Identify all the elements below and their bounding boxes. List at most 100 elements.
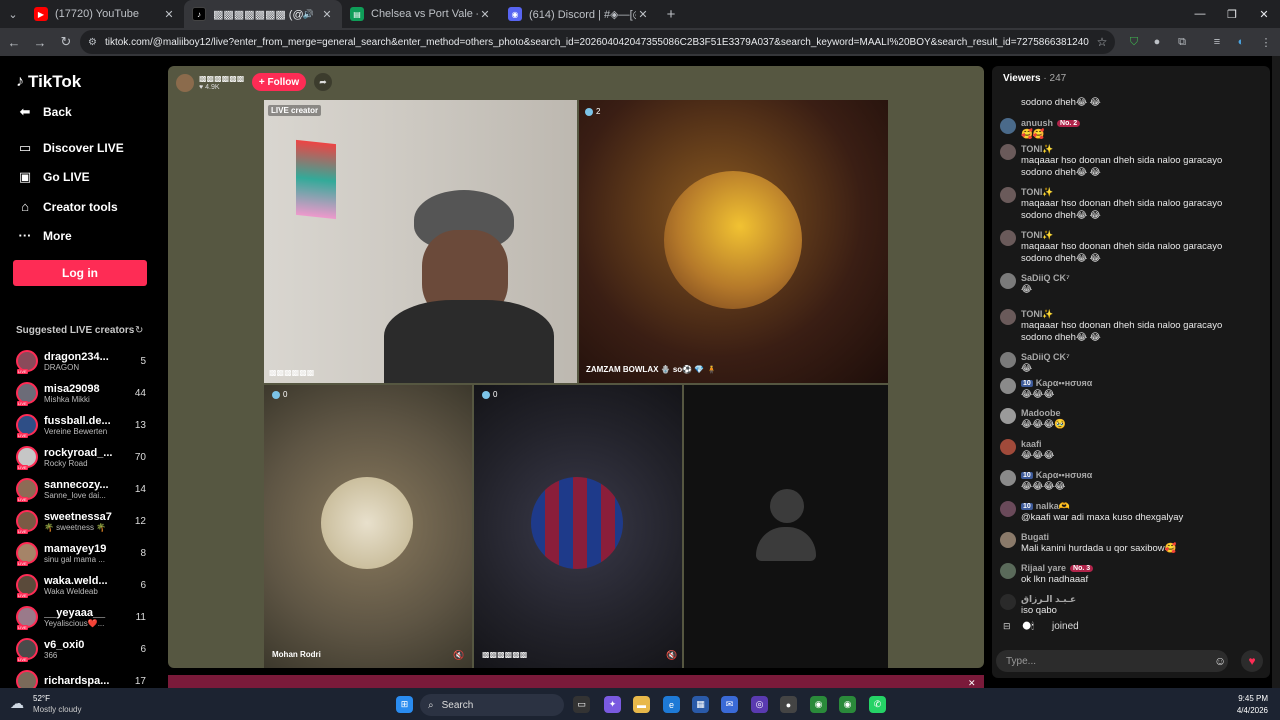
refresh-icon[interactable]: ↻ [135, 325, 143, 336]
creator-row[interactable]: LIVE sweetnessa7 🌴 sweetness 🌴 12 [16, 506, 146, 536]
chat-username[interactable]: 10 Kaρα••нσυяα [1021, 378, 1092, 388]
chat-avatar[interactable] [1000, 273, 1016, 289]
chat-username[interactable]: Rijaal yare No. 3 [1021, 563, 1094, 573]
tab-sheets[interactable]: ▤ Chelsea vs Port Vale - live score ✕ [342, 0, 500, 28]
new-tab-button[interactable]: + [658, 6, 684, 23]
sidebar-go-live[interactable]: ▣ Go LIVE [16, 169, 90, 185]
store-icon[interactable]: ▦ [692, 696, 709, 713]
browser-menu-icon[interactable]: ⋮ [1257, 33, 1275, 51]
tiktok-logo[interactable]: ♪ TikTok [16, 72, 81, 92]
chat-username[interactable]: Madoobe [1021, 408, 1061, 418]
circle-extension-icon[interactable]: ● [1148, 33, 1166, 51]
minimize-icon[interactable]: — [1184, 0, 1216, 28]
chat-avatar[interactable] [1000, 563, 1016, 579]
chat-username[interactable]: Bugati [1021, 532, 1049, 542]
chat-username-text[interactable]: TONI✨ [1021, 309, 1054, 320]
chat-avatar[interactable] [1000, 352, 1016, 368]
creator-row[interactable]: LIVE rockyroad_... Rocky Road 70 [16, 442, 146, 472]
chat-avatar[interactable] [1000, 378, 1016, 394]
chat-username-text[interactable]: Bugati [1021, 532, 1049, 542]
share-icon[interactable]: ➦ [314, 73, 332, 91]
puzzle-extensions-icon[interactable]: ⧉ [1173, 33, 1191, 51]
chat-username[interactable]: عـبـد الـرزاق [1021, 594, 1076, 605]
page-scrollbar[interactable] [1272, 56, 1280, 688]
chat-username[interactable]: TONI✨ [1021, 230, 1054, 241]
chat-username-text[interactable]: Kaρα••нσυяα [1036, 378, 1093, 388]
creator-row[interactable]: LIVE sannecozy... Sanne_love dai... 14 [16, 474, 146, 504]
video-cell-host[interactable]: LIVE creator ▩▩▩▩▩▩ [264, 100, 577, 383]
speaker-icon[interactable]: 🔊 [303, 9, 314, 20]
app-ring-icon[interactable]: ◎ [751, 696, 768, 713]
chat-avatar[interactable] [1000, 187, 1016, 203]
app-badge-icon[interactable]: ● [780, 696, 797, 713]
chrome-icon[interactable]: ◉ [810, 696, 827, 713]
tab-search-chevron-icon[interactable]: ⌄ [0, 0, 26, 28]
login-button[interactable]: Log in [13, 260, 147, 286]
whatsapp-icon[interactable]: ✆ [869, 696, 886, 713]
weather-cloud-icon[interactable]: ☁ [10, 695, 24, 712]
chat-username-text[interactable]: anuush [1021, 118, 1053, 128]
chat-username[interactable]: TONI✨ [1021, 144, 1054, 155]
chat-username[interactable]: kaafi [1021, 439, 1042, 449]
creator-row[interactable]: LIVE waka.weld... Waka Weldeab 6 [16, 570, 146, 600]
url-text[interactable]: tiktok.com/@maliiboy12/live?enter_from_m… [105, 37, 1089, 48]
address-bar[interactable]: ⚙ tiktok.com/@maliiboy12/live?enter_from… [80, 30, 1115, 54]
chat-username-text[interactable]: nalka🫶 [1036, 501, 1070, 512]
follow-button[interactable]: + Follow [252, 73, 306, 91]
chat-username-text[interactable]: Kaρα••нσυяα [1036, 470, 1093, 480]
tab-discord[interactable]: ◉ (614) Discord | #◈—[◎-◎]ℝ ✕ [500, 0, 658, 28]
creator-row[interactable]: LIVE dragon234... DRAGON 5 [16, 346, 146, 376]
chat-avatar[interactable] [1000, 144, 1016, 160]
sidebar-discover-live[interactable]: ▭ Discover LIVE [16, 140, 124, 156]
start-windows-icon[interactable]: ⊞ [396, 696, 413, 713]
chat-avatar[interactable] [1000, 309, 1016, 325]
site-info-icon[interactable]: ⚙ [88, 37, 97, 48]
chat-username-text[interactable]: kaafi [1021, 439, 1042, 449]
chat-avatar[interactable] [1000, 532, 1016, 548]
chrome-profile-icon[interactable]: ◉ [839, 696, 856, 713]
back-icon[interactable]: ← [2, 30, 26, 54]
chat-avatar[interactable] [1000, 408, 1016, 424]
close-icon[interactable]: ✕ [478, 8, 492, 21]
forward-icon[interactable]: → [28, 30, 52, 54]
chat-username-text[interactable]: عـبـد الـرزاق [1021, 594, 1076, 605]
creator-row[interactable]: LIVE v6_oxi0 366 6 [16, 634, 146, 664]
creator-row[interactable]: LIVE __yeyaaa__ Yeyaliscious❤️... 11 [16, 602, 146, 632]
close-icon[interactable]: ✕ [320, 8, 334, 21]
video-cell-empty[interactable] [684, 385, 888, 668]
chat-input[interactable]: Type... [996, 650, 1228, 672]
media-control-icon[interactable]: ≡ [1208, 33, 1226, 51]
close-window-icon[interactable]: ✕ [1248, 0, 1280, 28]
chat-username[interactable]: SaDiiQ CK⁷ [1021, 273, 1070, 283]
host-avatar[interactable] [176, 74, 194, 92]
video-cell-guest-2[interactable]: 0 Mohan Rodri 🔇 [264, 385, 472, 668]
tab-tiktok[interactable]: ♪ ▩▩▩▩▩▩▩ (@maliiboy1 🔊 ✕ [184, 0, 342, 28]
tab-youtube[interactable]: ▶ (17720) YouTube ✕ [26, 0, 184, 28]
chat-username[interactable]: TONI✨ [1021, 187, 1054, 198]
edge-icon[interactable]: e [663, 696, 680, 713]
chat-username[interactable]: anuush No. 2 [1021, 118, 1081, 128]
chat-username-text[interactable]: SaDiiQ CK⁷ [1021, 352, 1070, 362]
chat-username-text[interactable]: TONI✨ [1021, 187, 1054, 198]
chat-username-text[interactable]: TONI✨ [1021, 144, 1054, 155]
bottom-banner[interactable] [168, 675, 984, 688]
reload-icon[interactable]: ↻ [54, 30, 78, 54]
video-cell-guest-1[interactable]: 2 ZAMZAM BOWLAX 🪬 so⚽ 💎 🧍 [579, 100, 888, 383]
chat-username-text[interactable]: SaDiiQ CK⁷ [1021, 273, 1070, 283]
profile-icon[interactable]: ◐ [1232, 33, 1250, 51]
chat-avatar[interactable] [1000, 230, 1016, 246]
copilot-icon[interactable]: ✦ [604, 696, 621, 713]
emoji-icon[interactable]: ☺ [1214, 654, 1226, 668]
creator-row[interactable]: LIVE mamayey19 sinu gal mama ... 8 [16, 538, 146, 568]
chat-avatar[interactable] [1000, 501, 1016, 517]
sidebar-back[interactable]: ⬅ Back [16, 104, 72, 120]
sidebar-more[interactable]: ··· More [16, 228, 72, 243]
viewers-header[interactable]: Viewers · 247 [1003, 73, 1066, 84]
close-icon[interactable]: ✕ [162, 8, 176, 21]
outlook-icon[interactable]: ✉ [721, 696, 738, 713]
chat-username[interactable]: SaDiiQ CK⁷ [1021, 352, 1070, 362]
host-name[interactable]: ▩▩▩▩▩▩ [199, 74, 244, 83]
creator-row[interactable]: LIVE misa29098 Mishka Mikki 44 [16, 378, 146, 408]
chat-username-text[interactable]: Madoobe [1021, 408, 1061, 418]
shield-extension-icon[interactable]: ⛉ [1125, 33, 1143, 51]
